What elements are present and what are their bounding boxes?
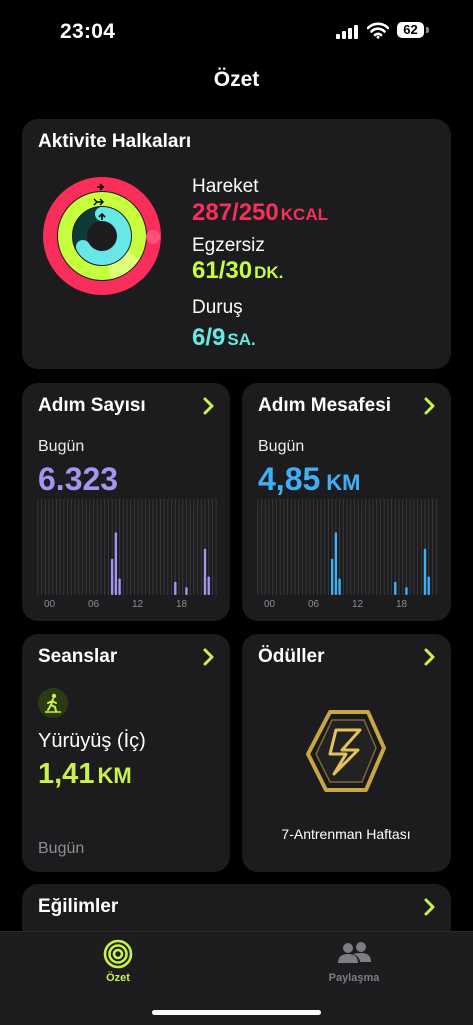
- chevron-right-icon[interactable]: [421, 896, 439, 918]
- stand-unit: SA.: [227, 330, 256, 349]
- chevron-right-icon[interactable]: [200, 646, 218, 668]
- chart-bar: [110, 558, 114, 595]
- chart-tick-label: 18: [396, 599, 408, 610]
- chevron-right-icon[interactable]: [421, 395, 439, 417]
- steps-card[interactable]: Adım Sayısı Bugün 6.323 00 06 12 18: [22, 383, 230, 621]
- summary-rings-icon: [103, 939, 133, 969]
- card-title: Adım Mesafesi: [258, 395, 392, 416]
- status-time: 23:04: [60, 20, 116, 43]
- chart-bar: [423, 548, 427, 595]
- awards-card[interactable]: Ödüller 7-Antrenman Haftası: [242, 634, 451, 872]
- exercise-label: Egzersiz: [192, 235, 265, 256]
- stand-label: Duruş: [192, 297, 243, 318]
- distance-card[interactable]: Adım Mesafesi Bugün 4,85 KM 00 06 12 18: [242, 383, 451, 621]
- page-title: Özet: [213, 68, 260, 91]
- move-unit: KCAL: [280, 205, 328, 224]
- activity-rings-icon: [43, 177, 161, 295]
- workout-distance-number: 1,41: [38, 758, 95, 790]
- chart-bar: [334, 532, 338, 595]
- status-bar: 23:04 62: [0, 0, 473, 62]
- chart-bar: [330, 558, 334, 595]
- chevron-right-icon[interactable]: [200, 395, 218, 417]
- move-label: Hareket: [192, 176, 259, 197]
- distance-unit: KM: [326, 470, 361, 495]
- chart-tick-label: 00: [44, 599, 56, 610]
- steps-value: 6.323: [38, 461, 119, 497]
- stand-value-number: 6/9: [192, 324, 226, 351]
- exercise-value: 61/30 DK.: [192, 257, 283, 285]
- chart-tick-label: 06: [308, 599, 320, 610]
- move-value: 287/250 KCAL: [192, 199, 328, 227]
- chart-bar: [118, 578, 121, 595]
- battery-icon: 62: [397, 22, 424, 38]
- distance-value-number: 4,85: [258, 461, 321, 497]
- exercise-unit: DK.: [254, 263, 284, 282]
- workout-distance-unit: KM: [97, 763, 132, 788]
- chart-bar: [185, 587, 188, 595]
- chart-tick-label: 18: [176, 599, 188, 610]
- card-title: Adım Sayısı: [38, 395, 146, 416]
- chart-tick-label: 12: [352, 599, 364, 610]
- distance-value: 4,85 KM: [258, 461, 361, 498]
- chart-bar: [114, 532, 118, 595]
- chart-bar: [207, 576, 210, 595]
- award-badge-icon: [306, 710, 386, 792]
- activity-rings-card[interactable]: Aktivite Halkaları Hareket 287/250 KCAL E…: [22, 119, 451, 369]
- workout-name: Yürüyüş (İç): [38, 730, 146, 752]
- distance-chart: 00 06 12 18: [257, 499, 437, 610]
- steps-period-label: Bugün: [38, 438, 85, 455]
- distance-period-label: Bugün: [258, 438, 305, 455]
- chart-bar: [427, 576, 430, 595]
- chart-tick-label: 00: [264, 599, 276, 610]
- workout-distance: 1,41 KM: [38, 758, 132, 791]
- exercise-value-number: 61/30: [192, 257, 253, 284]
- card-title: Ödüller: [258, 646, 325, 667]
- cellular-signal-icon: [336, 25, 358, 39]
- chart-bar: [338, 578, 341, 595]
- chevron-right-icon[interactable]: [421, 646, 439, 668]
- chart-bar: [203, 548, 207, 595]
- steps-chart: 00 06 12 18: [37, 499, 217, 610]
- workouts-card[interactable]: Seanslar Yürüyüş (İç) 1,41 KM Bugün: [22, 634, 230, 872]
- award-label: 7-Antrenman Haftası: [281, 826, 411, 842]
- card-title: Seanslar: [38, 646, 118, 667]
- chart-bar: [394, 581, 397, 595]
- card-title: Aktivite Halkaları: [38, 131, 192, 152]
- people-icon: [338, 942, 371, 963]
- wifi-icon: [367, 22, 389, 39]
- card-title: Eğilimler: [38, 896, 119, 917]
- chart-tick-label: 06: [88, 599, 100, 610]
- walking-figure-icon: [38, 688, 68, 718]
- home-indicator: [152, 1010, 321, 1015]
- stand-value: 6/9 SA.: [192, 324, 256, 352]
- chart-bar: [174, 581, 177, 595]
- chart-tick-label: 12: [132, 599, 144, 610]
- battery-tip: [426, 27, 429, 33]
- tab-label: Paylaşma: [328, 972, 380, 984]
- move-value-number: 287/250: [192, 199, 279, 226]
- tab-label: Özet: [106, 972, 130, 984]
- workout-date: Bugün: [38, 840, 85, 857]
- chart-bar: [405, 587, 408, 595]
